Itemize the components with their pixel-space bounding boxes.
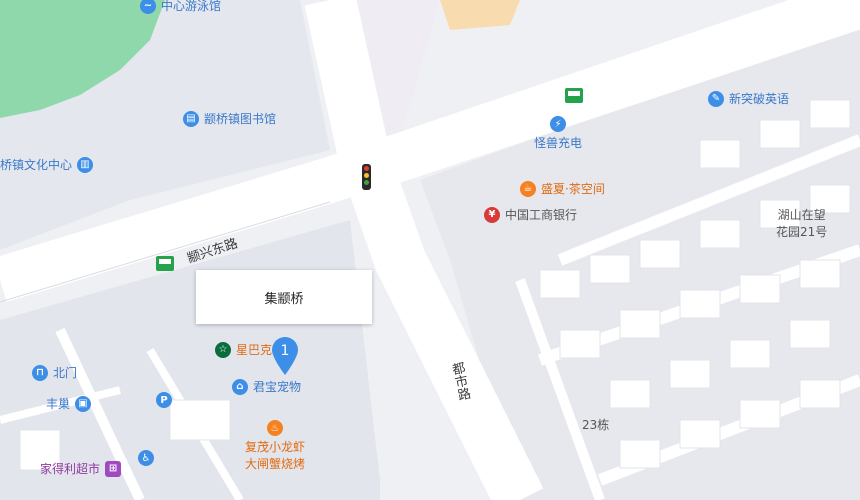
- poi-xintupo[interactable]: ✎ 新突破英语: [708, 90, 789, 107]
- pool-icon: ~: [140, 0, 156, 14]
- parking-icon[interactable]: P: [156, 392, 172, 408]
- cafe-icon: ☕: [520, 180, 536, 197]
- bus-stop-icon[interactable]: [565, 88, 583, 103]
- building-label-23: 23栋: [582, 418, 610, 432]
- poi-beimen[interactable]: ⊓ 北门: [32, 364, 77, 381]
- starbucks-icon: ☆: [215, 341, 231, 358]
- poi-guaishou[interactable]: ⚡ 怪兽充电: [534, 116, 582, 151]
- building-icon: ▥: [77, 156, 94, 173]
- bus-stop-icon[interactable]: [156, 256, 174, 271]
- marker-number: 1: [281, 343, 290, 359]
- map-view[interactable]: 集颛桥 1 颛兴东路 都市路 ~ 中心游泳馆 ▤ 颛桥镇图书馆 桥镇文化中心 ▥ ✎ 新…: [0, 0, 860, 500]
- poi-culture-center[interactable]: 桥镇文化中心 ▥: [0, 156, 94, 173]
- poi-starbucks[interactable]: ☆ 星巴克: [215, 341, 272, 358]
- poi-junbao[interactable]: ⌂ 君宝宠物: [232, 378, 301, 395]
- popup-title: 集颛桥: [264, 291, 304, 307]
- poi-jiadeli[interactable]: 家得利超市 ⊞: [40, 460, 122, 477]
- charger-icon: ⚡: [550, 116, 566, 132]
- poi-hushan[interactable]: 湖山在望 花园21号: [776, 206, 827, 240]
- poi-shengxia[interactable]: ☕ 盛夏·茶空间: [520, 180, 605, 197]
- poi-swimming-pool[interactable]: ~ 中心游泳馆: [140, 0, 221, 14]
- map-base: [0, 0, 860, 500]
- bank-icon: ¥: [484, 206, 500, 223]
- poi-fumao[interactable]: ♨ 复茂小龙虾 大闸蟹烧烤: [245, 420, 305, 472]
- gate-icon: ⊓: [32, 364, 48, 381]
- restroom-icon[interactable]: ♿: [138, 450, 154, 466]
- poi-fengchao[interactable]: 丰巢 ▣: [46, 395, 92, 412]
- school-icon: ✎: [708, 90, 724, 107]
- shopping-cart-icon: ⊞: [105, 460, 122, 477]
- poi-library[interactable]: ▤ 颛桥镇图书馆: [183, 110, 276, 127]
- landmark-block: [440, 0, 520, 30]
- location-popup[interactable]: 集颛桥: [196, 270, 372, 324]
- pet-shop-icon: ⌂: [232, 378, 248, 395]
- traffic-light-icon: [362, 164, 371, 190]
- location-marker-icon[interactable]: 1: [270, 336, 300, 376]
- book-icon: ▤: [183, 110, 199, 127]
- poi-icbc[interactable]: ¥ 中国工商银行: [484, 206, 577, 223]
- locker-icon: ▣: [75, 395, 92, 412]
- restaurant-icon: ♨: [267, 420, 283, 436]
